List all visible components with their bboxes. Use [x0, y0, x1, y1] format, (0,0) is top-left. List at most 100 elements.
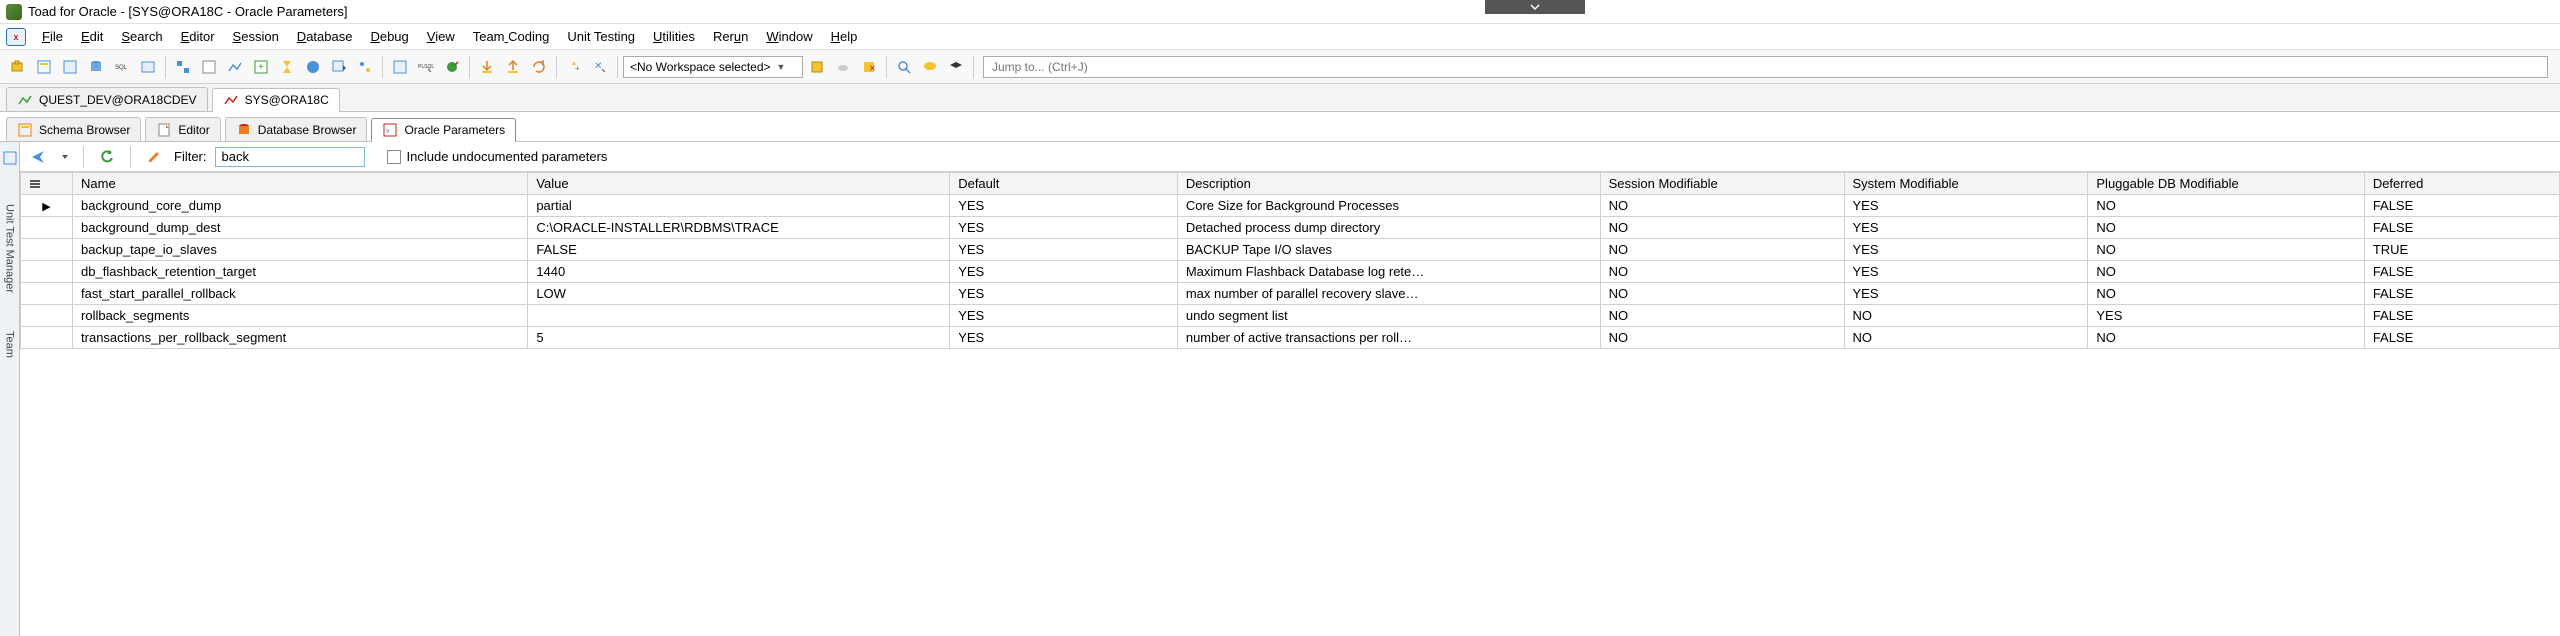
- workspace-delete-icon[interactable]: ✕: [857, 55, 881, 79]
- view-tab-schema-browser[interactable]: Schema Browser: [6, 117, 141, 141]
- execute-icon[interactable]: [275, 55, 299, 79]
- table-row[interactable]: background_dump_destC:\ORACLE-INSTALLER\…: [21, 217, 2560, 239]
- product-logo-icon[interactable]: x: [6, 28, 26, 46]
- grid-header-session-modifiable[interactable]: Session Modifiable: [1600, 173, 1844, 195]
- sql-tuning-icon[interactable]: [388, 55, 412, 79]
- table-row[interactable]: rollback_segmentsYESundo segment listNON…: [21, 305, 2560, 327]
- menu-utilities[interactable]: Utilities: [645, 26, 703, 47]
- table-row[interactable]: transactions_per_rollback_segment5YESnum…: [21, 327, 2560, 349]
- table-row[interactable]: db_flashback_retention_target1440YESMaxi…: [21, 261, 2560, 283]
- er-diagram-icon[interactable]: [171, 55, 195, 79]
- menu-unit-testing[interactable]: Unit Testing: [559, 26, 643, 47]
- side-tab-team[interactable]: Team: [4, 327, 16, 362]
- cell-value: partial: [528, 195, 950, 217]
- grid-header-name[interactable]: Name: [73, 173, 528, 195]
- filter-remove-icon[interactable]: ✕: [588, 55, 612, 79]
- grid-header-default[interactable]: Default: [950, 173, 1178, 195]
- chevron-down-icon: ▼: [777, 62, 786, 72]
- table-row[interactable]: fast_start_parallel_rollbackLOWYESmax nu…: [21, 283, 2560, 305]
- browse-icon[interactable]: [197, 55, 221, 79]
- plsql-icon[interactable]: PLSQL: [414, 55, 438, 79]
- grid-header-value[interactable]: Value: [528, 173, 950, 195]
- menu-editor[interactable]: Editor: [173, 26, 223, 47]
- jump-to-input[interactable]: [983, 56, 2548, 78]
- view-tab-editor[interactable]: Editor: [145, 117, 220, 141]
- menu-view[interactable]: View: [419, 26, 463, 47]
- cell-value: [528, 305, 950, 327]
- cell-sess: NO: [1600, 283, 1844, 305]
- svg-text:x: x: [386, 128, 390, 135]
- connection-tab[interactable]: QUEST_DEV@ORA18CDEV: [6, 87, 208, 111]
- dropdown-arrow-icon[interactable]: [58, 145, 72, 169]
- workspace-cloud-icon[interactable]: [831, 55, 855, 79]
- table-row[interactable]: ▶background_core_dumppartialYESCore Size…: [21, 195, 2560, 217]
- add-icon[interactable]: +: [249, 55, 273, 79]
- menu-database[interactable]: Database: [289, 26, 361, 47]
- grid-header-deferred[interactable]: Deferred: [2364, 173, 2559, 195]
- view-tab-database-browser[interactable]: Database Browser: [225, 117, 368, 141]
- edit-pencil-icon[interactable]: [142, 145, 166, 169]
- include-undocumented-checkbox[interactable]: Include undocumented parameters: [387, 149, 608, 164]
- cell-def: TRUE: [2364, 239, 2559, 261]
- cell-sys: NO: [1844, 305, 2088, 327]
- chat-icon[interactable]: [918, 55, 942, 79]
- download-icon[interactable]: [475, 55, 499, 79]
- window-list-icon[interactable]: [327, 55, 351, 79]
- cell-sess: NO: [1600, 305, 1844, 327]
- cell-def: FALSE: [2364, 305, 2559, 327]
- menu-help[interactable]: Help: [823, 26, 866, 47]
- cell-sess: NO: [1600, 327, 1844, 349]
- menu-edit[interactable]: Edit: [73, 26, 111, 47]
- svg-text:+: +: [575, 64, 580, 73]
- cell-value: C:\ORACLE-INSTALLER\RDBMS\TRACE: [528, 217, 950, 239]
- cell-name: rollback_segments: [73, 305, 528, 327]
- filter-input[interactable]: [215, 147, 365, 167]
- menu-rerun[interactable]: Rerun: [705, 26, 756, 47]
- refresh-icon[interactable]: [95, 145, 119, 169]
- cell-sess: NO: [1600, 217, 1844, 239]
- table-row[interactable]: backup_tape_io_slavesFALSEYESBACKUP Tape…: [21, 239, 2560, 261]
- send-icon[interactable]: [26, 145, 50, 169]
- refresh-data-icon[interactable]: ?: [527, 55, 551, 79]
- editor-icon[interactable]: [58, 55, 82, 79]
- grid-header-description[interactable]: Description: [1177, 173, 1600, 195]
- new-connection-icon[interactable]: [6, 55, 30, 79]
- menu-file[interactable]: File: [34, 26, 71, 47]
- cell-default: YES: [950, 217, 1178, 239]
- cell-sess: NO: [1600, 261, 1844, 283]
- schema-browser-icon[interactable]: [32, 55, 56, 79]
- cell-default: YES: [950, 327, 1178, 349]
- stop-icon[interactable]: [301, 55, 325, 79]
- cell-name: backup_tape_io_slaves: [73, 239, 528, 261]
- commit-icon[interactable]: [440, 55, 464, 79]
- trace-icon[interactable]: [223, 55, 247, 79]
- configure-icon[interactable]: [353, 55, 377, 79]
- grid-row-selector-header[interactable]: [21, 173, 73, 195]
- menu-team-coding[interactable]: Team Coding: [465, 26, 558, 47]
- graduation-icon[interactable]: [944, 55, 968, 79]
- connection-tab[interactable]: SYS@ORA18C: [212, 88, 340, 112]
- gutter-collapse-icon[interactable]: [0, 146, 22, 170]
- cell-desc: number of active transactions per roll…: [1177, 327, 1600, 349]
- grid-header-pluggable-db-modifiable[interactable]: Pluggable DB Modifiable: [2088, 173, 2364, 195]
- cell-default: YES: [950, 305, 1178, 327]
- sql-icon[interactable]: SQL: [110, 55, 134, 79]
- menu-search[interactable]: Search: [113, 26, 170, 47]
- search-icon[interactable]: [892, 55, 916, 79]
- menu-session[interactable]: Session: [225, 26, 287, 47]
- upload-icon[interactable]: [501, 55, 525, 79]
- menu-debug[interactable]: Debug: [362, 26, 416, 47]
- parameters-grid[interactable]: NameValueDefaultDescriptionSession Modif…: [20, 172, 2560, 636]
- grid-header-system-modifiable[interactable]: System Modifiable: [1844, 173, 2088, 195]
- window-expand-handle[interactable]: [1485, 0, 1585, 14]
- window-icon[interactable]: [136, 55, 160, 79]
- workspace-save-icon[interactable]: [805, 55, 829, 79]
- menu-window[interactable]: Window: [758, 26, 820, 47]
- cell-desc: Core Size for Background Processes: [1177, 195, 1600, 217]
- workspace-combo[interactable]: <No Workspace selected> ▼: [623, 56, 803, 78]
- filter-add-icon[interactable]: +: [562, 55, 586, 79]
- side-tab-unit-test-manager[interactable]: Unit Test Manager: [4, 200, 16, 297]
- db-browser-icon[interactable]: [84, 55, 108, 79]
- cell-pdb: NO: [2088, 239, 2364, 261]
- view-tab-oracle-parameters[interactable]: xOracle Parameters: [371, 118, 516, 142]
